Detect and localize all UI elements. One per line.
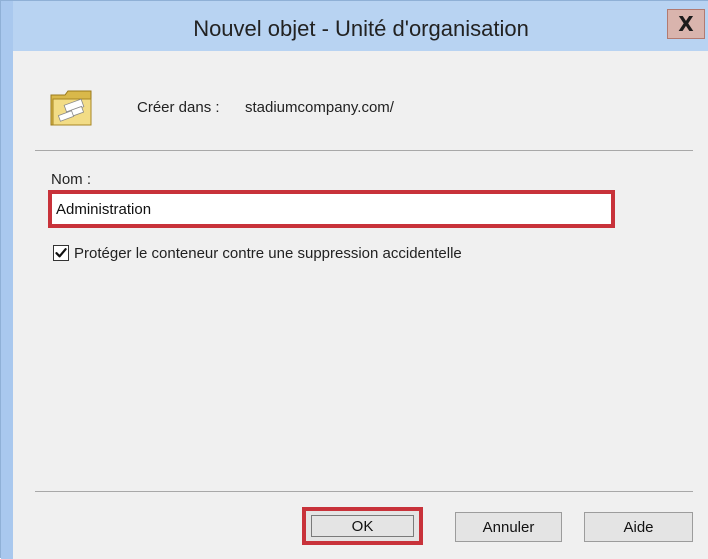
close-button[interactable]: X [667,9,705,39]
protect-checkbox[interactable] [53,245,69,261]
name-label: Nom : [51,171,92,188]
new-object-dialog: Nouvel objet - Unité d'organisation X Cr… [0,0,708,559]
ok-button-highlight: OK [302,507,423,545]
create-in-path: stadiumcompany.com/ [245,99,394,116]
protect-label: Protéger le conteneur contre une suppres… [74,244,462,262]
name-input-highlight [48,190,615,228]
bottom-separator [35,491,693,492]
dialog-body: Créer dans : stadiumcompany.com/ Nom : P… [13,51,708,559]
close-icon: X [678,12,694,36]
top-separator [35,150,693,151]
title-bar[interactable]: Nouvel objet - Unité d'organisation X [13,1,708,51]
window-frame-left [1,1,13,559]
protect-option-row[interactable]: Protéger le conteneur contre une suppres… [53,243,462,263]
cancel-button[interactable]: Annuler [455,512,562,542]
help-button[interactable]: Aide [584,512,693,542]
organizational-unit-folder-icon [50,90,92,126]
checkmark-icon [55,248,67,258]
ok-button[interactable]: OK [311,515,414,537]
create-in-label: Créer dans : [137,99,220,116]
name-input[interactable] [52,194,611,224]
window-title: Nouvel objet - Unité d'organisation [193,16,529,41]
